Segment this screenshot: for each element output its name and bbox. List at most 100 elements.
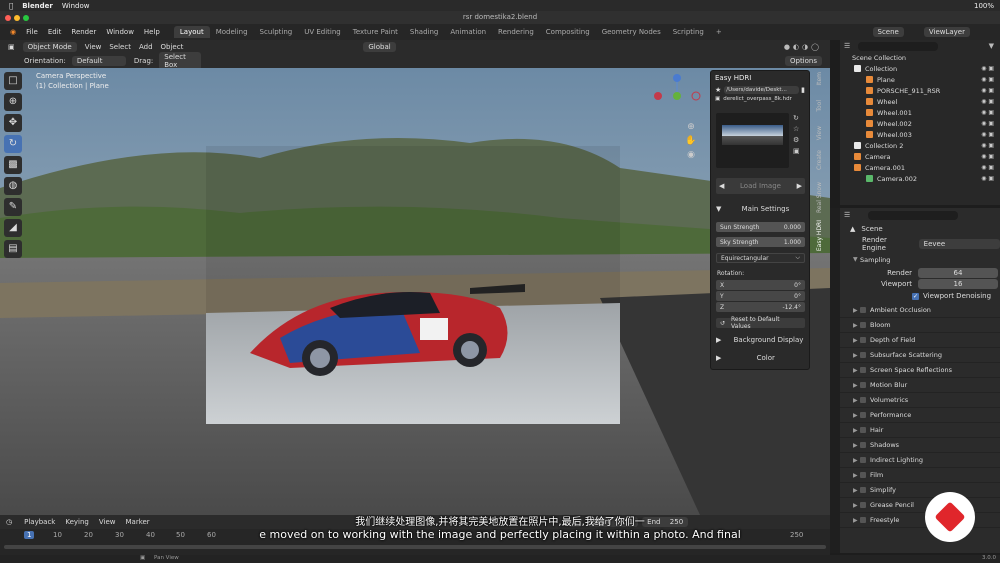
outliner-item[interactable]: Wheel.003 ◉ ▣ bbox=[840, 129, 1000, 140]
rotation-x-field[interactable]: X 0° bbox=[716, 280, 805, 290]
menu-view[interactable]: View bbox=[85, 43, 102, 51]
background-display-section[interactable]: ▶ Background Display bbox=[716, 336, 805, 344]
projection-dropdown[interactable]: Equirectangular ⌵ bbox=[716, 253, 805, 263]
settings-icon[interactable]: ⚙ bbox=[793, 135, 805, 146]
tab-shading[interactable]: Shading bbox=[404, 26, 444, 38]
section-checkbox[interactable] bbox=[860, 487, 866, 493]
tab-item[interactable]: Item bbox=[816, 72, 823, 86]
outliner-scene-collection[interactable]: Scene Collection bbox=[840, 52, 1000, 63]
tab-layout[interactable]: Layout bbox=[173, 26, 210, 38]
section-checkbox[interactable] bbox=[860, 322, 866, 328]
render-samples-field[interactable]: 64 bbox=[918, 267, 998, 278]
visibility-icon[interactable]: ◉ ▣ bbox=[981, 65, 994, 72]
transform-tool[interactable]: ◍ bbox=[4, 177, 22, 195]
properties-section[interactable]: ▶ Subsurface Scattering bbox=[840, 348, 1000, 363]
section-checkbox[interactable] bbox=[860, 367, 866, 373]
visibility-icon[interactable]: ◉ ▣ bbox=[981, 164, 994, 171]
options-button[interactable]: Options bbox=[784, 56, 822, 66]
folder-icon[interactable]: ▮ bbox=[801, 86, 805, 94]
properties-section[interactable]: ▶ Performance bbox=[840, 408, 1000, 423]
visibility-icon[interactable]: ◉ ▣ bbox=[981, 142, 994, 149]
outliner-item[interactable]: Camera.001 ◉ ▣ bbox=[840, 162, 1000, 173]
camera-view-icon[interactable]: ◉ bbox=[684, 148, 698, 162]
outliner-item[interactable]: Wheel ◉ ▣ bbox=[840, 96, 1000, 107]
menu-add[interactable]: Add bbox=[139, 43, 153, 51]
outliner-item[interactable]: Plane ◉ ▣ bbox=[840, 74, 1000, 85]
load-image-button[interactable]: Load Image bbox=[740, 182, 781, 190]
render-engine-selector[interactable]: Eevee bbox=[918, 239, 1000, 249]
visibility-icon[interactable]: ◉ ▣ bbox=[981, 120, 994, 127]
move-tool[interactable]: ✥ bbox=[4, 114, 22, 132]
viewport-samples-field[interactable]: 16 bbox=[918, 278, 998, 289]
close-window-button[interactable] bbox=[5, 15, 11, 21]
visibility-icon[interactable]: ◉ ▣ bbox=[981, 98, 994, 105]
tab-rendering[interactable]: Rendering bbox=[492, 26, 540, 38]
tab-sculpting[interactable]: Sculpting bbox=[254, 26, 299, 38]
properties-section[interactable]: ▶ Motion Blur bbox=[840, 378, 1000, 393]
visibility-icon[interactable]: ◉ ▣ bbox=[981, 175, 994, 182]
blender-logo-icon[interactable]: ◉ bbox=[10, 28, 16, 36]
editor-type-icon[interactable]: ▣ bbox=[8, 43, 15, 51]
navigation-gizmo[interactable] bbox=[652, 72, 702, 122]
menu-object[interactable]: Object bbox=[161, 43, 184, 51]
scene-selector[interactable]: Scene bbox=[872, 27, 904, 37]
section-checkbox[interactable] bbox=[860, 397, 866, 403]
outliner-item[interactable]: Collection 2 ◉ ▣ bbox=[840, 140, 1000, 151]
properties-section[interactable]: ▶ Ambient Occlusion bbox=[840, 303, 1000, 318]
outliner-item[interactable]: Camera.002 ◉ ▣ bbox=[840, 173, 1000, 184]
tab-easy-hdri[interactable]: Easy HDRI bbox=[816, 220, 823, 251]
tab-tool[interactable]: Tool bbox=[816, 100, 823, 112]
tab-animation[interactable]: Animation bbox=[444, 26, 492, 38]
tab-real-snow[interactable]: Real Snow bbox=[816, 182, 823, 213]
viewport-denoising-checkbox[interactable]: ✓ bbox=[912, 292, 919, 300]
orientation-selector[interactable]: Default bbox=[71, 56, 126, 66]
minimize-window-button[interactable] bbox=[14, 15, 20, 21]
panel-title[interactable]: Easy HDRI bbox=[711, 71, 809, 85]
properties-editor-icon[interactable]: ☰ bbox=[844, 211, 850, 219]
visibility-icon[interactable]: ◉ ▣ bbox=[981, 131, 994, 138]
zoom-icon[interactable]: ⊕ bbox=[684, 120, 698, 134]
refresh-icon[interactable]: ↻ bbox=[793, 113, 805, 124]
section-checkbox[interactable] bbox=[860, 457, 866, 463]
outliner-editor-icon[interactable]: ☰ bbox=[844, 42, 850, 50]
outliner-item[interactable]: Wheel.001 ◉ ▣ bbox=[840, 107, 1000, 118]
tab-view[interactable]: View bbox=[816, 126, 823, 140]
properties-section[interactable]: ▶ Depth of Field bbox=[840, 333, 1000, 348]
rotate-tool[interactable]: ↻ bbox=[4, 135, 22, 153]
section-checkbox[interactable] bbox=[860, 382, 866, 388]
add-cube-tool[interactable]: ▤ bbox=[4, 240, 22, 258]
section-sampling[interactable]: ▼ Sampling bbox=[840, 252, 1000, 267]
tab-scripting[interactable]: Scripting bbox=[667, 26, 710, 38]
section-checkbox[interactable] bbox=[860, 472, 866, 478]
reset-defaults-button[interactable]: ↺ Reset to Default Values bbox=[716, 316, 805, 330]
app-name[interactable]: Blender bbox=[22, 2, 53, 10]
section-checkbox[interactable] bbox=[860, 307, 866, 313]
outliner-item[interactable]: PORSCHE_911_RSR ◉ ▣ bbox=[840, 85, 1000, 96]
section-checkbox[interactable] bbox=[860, 427, 866, 433]
tab-modeling[interactable]: Modeling bbox=[210, 26, 254, 38]
view-layer-selector[interactable]: ViewLayer bbox=[923, 27, 970, 37]
tab-geometry-nodes[interactable]: Geometry Nodes bbox=[596, 26, 667, 38]
mode-selector[interactable]: Object Mode bbox=[22, 42, 77, 52]
select-box-tool[interactable]: □ bbox=[4, 72, 22, 90]
visibility-icon[interactable]: ◉ ▣ bbox=[981, 153, 994, 160]
rotation-z-field[interactable]: Z -12.4° bbox=[716, 302, 805, 312]
cursor-tool[interactable]: ⊕ bbox=[4, 93, 22, 111]
section-checkbox[interactable] bbox=[860, 412, 866, 418]
add-workspace-button[interactable]: + bbox=[710, 26, 728, 38]
annotate-tool[interactable]: ✎ bbox=[4, 198, 22, 216]
main-settings-section[interactable]: ▼ Main Settings bbox=[716, 205, 805, 213]
section-checkbox[interactable] bbox=[860, 502, 866, 508]
timeline-scrollbar[interactable] bbox=[4, 545, 826, 549]
hdri-preview-thumbnail[interactable] bbox=[716, 113, 789, 168]
properties-section[interactable]: ▶ Hair bbox=[840, 423, 1000, 438]
hdri-path-field[interactable]: /Users/davide/Deskt... bbox=[724, 86, 800, 94]
tab-texture-paint[interactable]: Texture Paint bbox=[347, 26, 404, 38]
scale-tool[interactable]: ▩ bbox=[4, 156, 22, 174]
apple-icon[interactable]:  bbox=[9, 2, 13, 10]
color-section[interactable]: ▶ Color bbox=[716, 354, 805, 362]
properties-search-input[interactable] bbox=[868, 210, 959, 220]
properties-section[interactable]: ▶ Simplify bbox=[840, 483, 1000, 498]
outliner-item[interactable]: Wheel.002 ◉ ▣ bbox=[840, 118, 1000, 129]
tab-compositing[interactable]: Compositing bbox=[540, 26, 596, 38]
